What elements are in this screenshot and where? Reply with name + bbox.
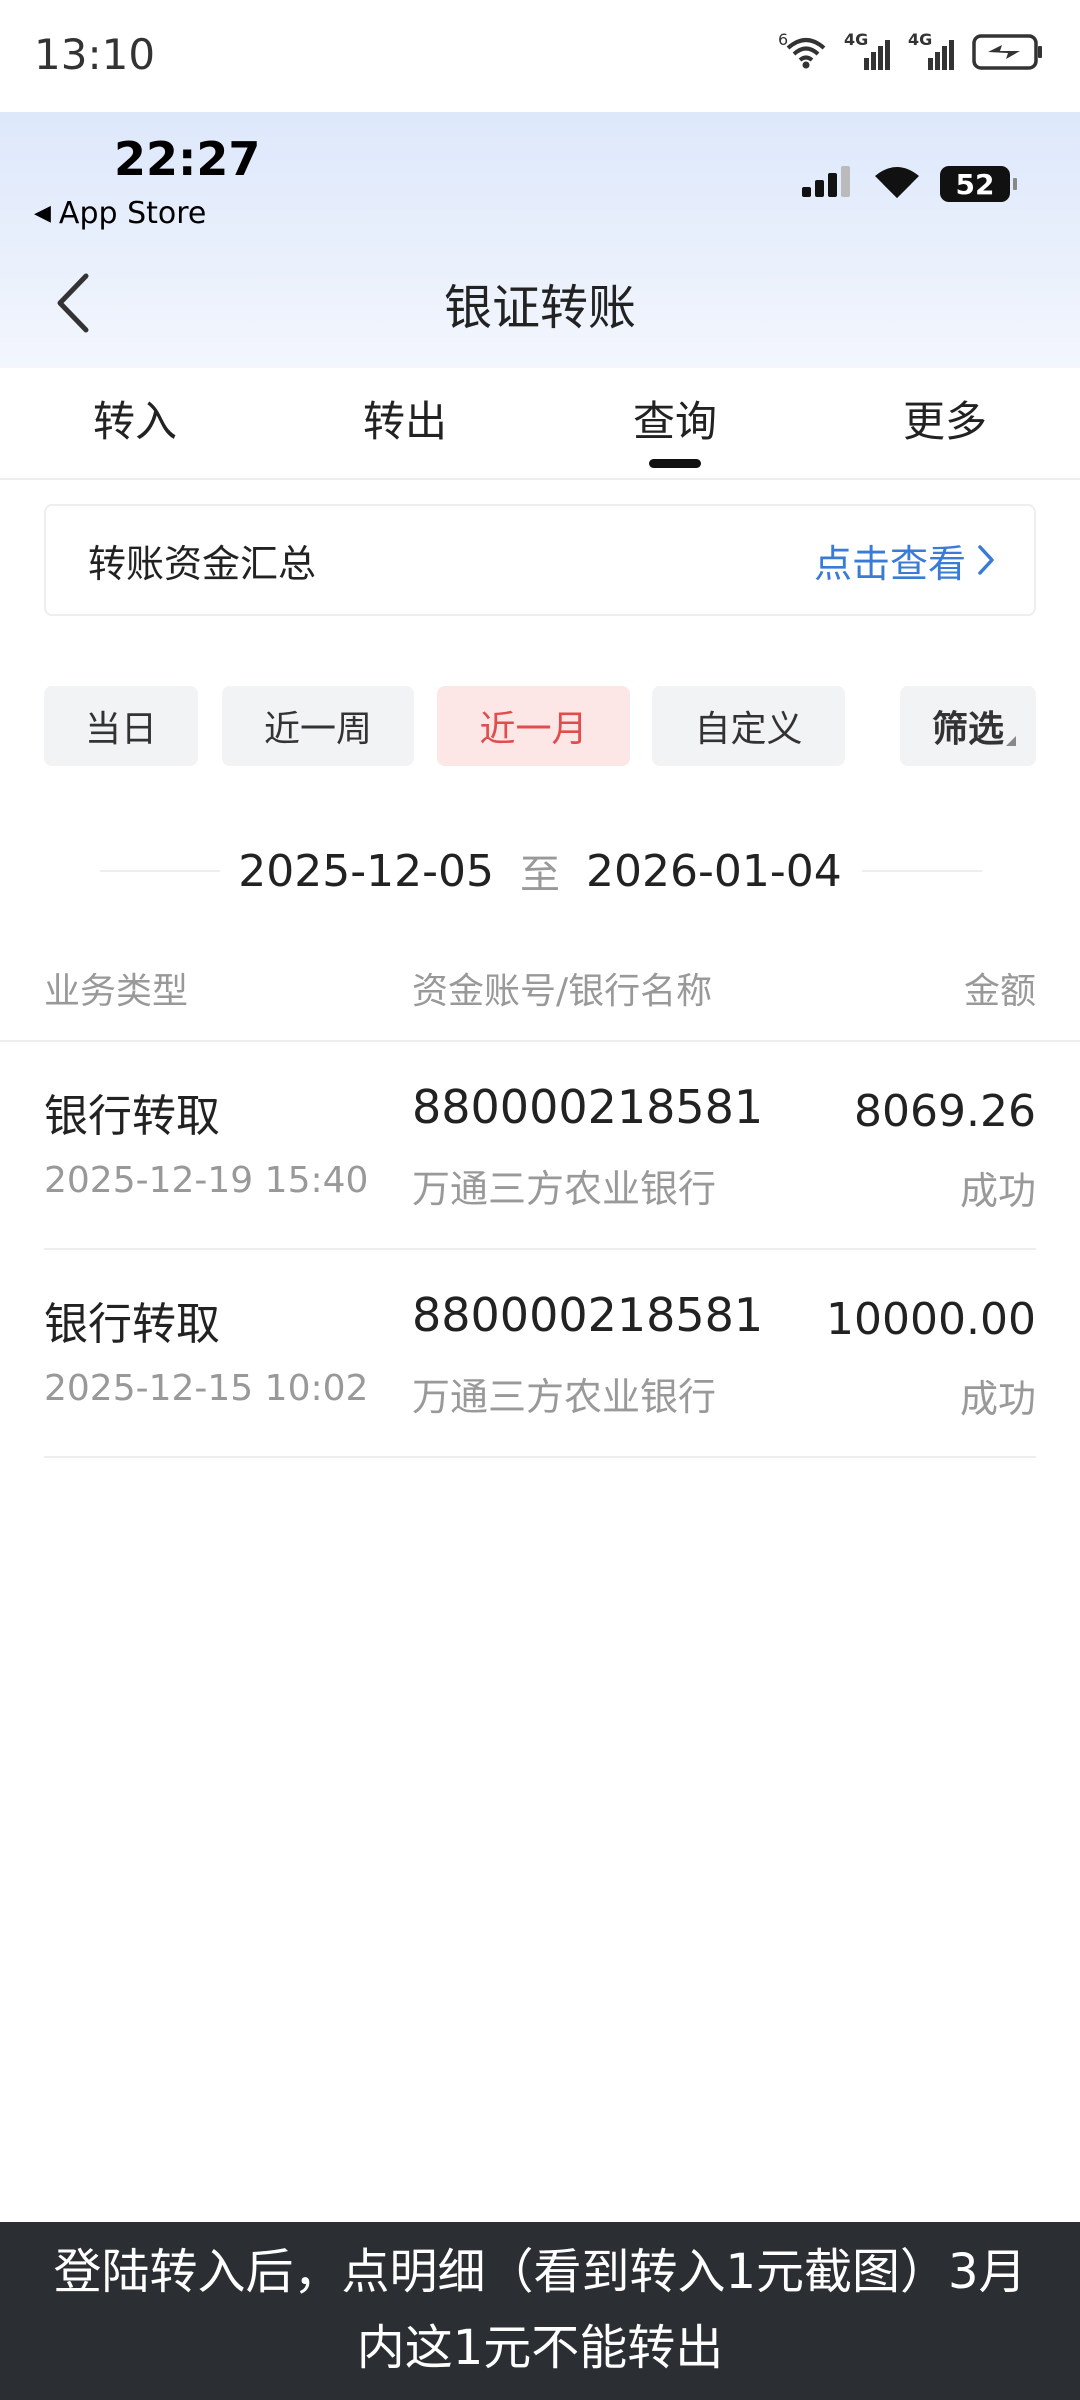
page-title: 银证转账 (443, 280, 636, 336)
wifi-icon: 6 (778, 30, 828, 74)
caption-line-2: 内这1元不能转出 (356, 2320, 724, 2376)
row-type: 银行转取 (44, 1299, 220, 1350)
filter-custom[interactable]: 自定义 (652, 686, 845, 766)
back-to-app-link[interactable]: ◀ App Store (34, 196, 206, 231)
date-separator: 至 (520, 852, 560, 898)
row-status: 成功 (959, 1377, 1036, 1421)
battery-charging-icon (972, 33, 1044, 75)
tab-transfer-out[interactable]: 转出 (270, 368, 540, 468)
summary-link-label: 点击查看 (813, 541, 966, 586)
tab-label: 转出 (362, 396, 447, 446)
column-header-type: 业务类型 (44, 971, 189, 1012)
filter-today[interactable]: 当日 (44, 686, 198, 766)
battery-icon: 52 (940, 166, 1017, 202)
caption-overlay: 登陆转入后，点明细（看到转入1元截图）3月 内这1元不能转出 (0, 2222, 1080, 2400)
summary-title: 转账资金汇总 (88, 541, 317, 586)
filter-label: 筛选 (931, 709, 1004, 750)
row-account: 880000218581 (412, 1080, 764, 1134)
cellular-icon (800, 165, 854, 203)
filter-triangle-icon (1006, 736, 1016, 746)
transfer-summary-card[interactable]: 转账资金汇总 点击查看 (44, 504, 1036, 616)
row-type: 银行转取 (44, 1091, 220, 1142)
wifi-icon (872, 164, 922, 204)
row-datetime: 2025-12-19 15:40 (44, 1160, 369, 1201)
filter-label: 近一周 (263, 709, 372, 750)
tab-query[interactable]: 查询 (540, 368, 810, 468)
filter-label: 近一月 (479, 709, 588, 750)
filter-week[interactable]: 近一周 (222, 686, 414, 766)
back-triangle-icon: ◀ (34, 201, 51, 226)
date-end[interactable]: 2026-01-04 (586, 846, 842, 897)
inner-status-time: 22:27 (114, 132, 261, 186)
filter-button[interactable]: 筛选 (900, 686, 1036, 766)
tab-bar: 转入 转出 查询 更多 (0, 368, 1080, 480)
column-header-account: 资金账号/银行名称 (412, 971, 713, 1012)
row-datetime: 2025-12-15 10:02 (44, 1368, 369, 1409)
summary-view-link[interactable]: 点击查看 (814, 533, 996, 588)
signal-icon: 4G (844, 30, 892, 72)
tab-more[interactable]: 更多 (810, 368, 1080, 468)
outer-status-time: 13:10 (34, 30, 156, 79)
table-row[interactable] (0, 1042, 1080, 1248)
date-start[interactable]: 2025-12-05 (238, 846, 494, 897)
date-range: 2025-12-05 至 2026-01-04 (0, 836, 1080, 906)
battery-tip (1013, 178, 1017, 190)
signal-label: 4G (908, 30, 933, 49)
row-bank: 万通三方农业银行 (412, 1375, 717, 1419)
tab-label: 更多 (902, 396, 987, 446)
filter-label: 当日 (84, 709, 157, 750)
row-amount: 8069.26 (854, 1086, 1036, 1137)
tab-label: 转入 (92, 396, 177, 446)
outer-status-icons: 6 4G 4G (778, 30, 1044, 76)
row-amount: 10000.00 (826, 1294, 1036, 1345)
filter-month[interactable]: 近一月 (437, 686, 630, 766)
signal-label: 4G (844, 30, 869, 49)
wifi-badge: 6 (778, 30, 789, 49)
back-app-label: App Store (58, 196, 207, 231)
chevron-right-icon (978, 545, 994, 575)
signal-icon: 4G (908, 30, 956, 72)
filter-label: 自定义 (694, 709, 803, 750)
inner-status-icons: 52 (800, 162, 1017, 206)
row-divider (44, 1456, 1036, 1458)
row-status: 成功 (959, 1169, 1036, 1213)
column-header-amount: 金额 (963, 971, 1036, 1012)
row-account: 880000218581 (412, 1288, 764, 1342)
tab-label: 查询 (632, 396, 717, 446)
caption-line-1: 登陆转入后，点明细（看到转入1元截图）3月 (53, 2244, 1027, 2300)
table-row[interactable] (0, 1250, 1080, 1456)
row-bank: 万通三方农业银行 (412, 1167, 717, 1211)
battery-level: 52 (955, 167, 995, 201)
active-tab-indicator (649, 459, 701, 468)
tab-transfer-in[interactable]: 转入 (0, 368, 270, 468)
